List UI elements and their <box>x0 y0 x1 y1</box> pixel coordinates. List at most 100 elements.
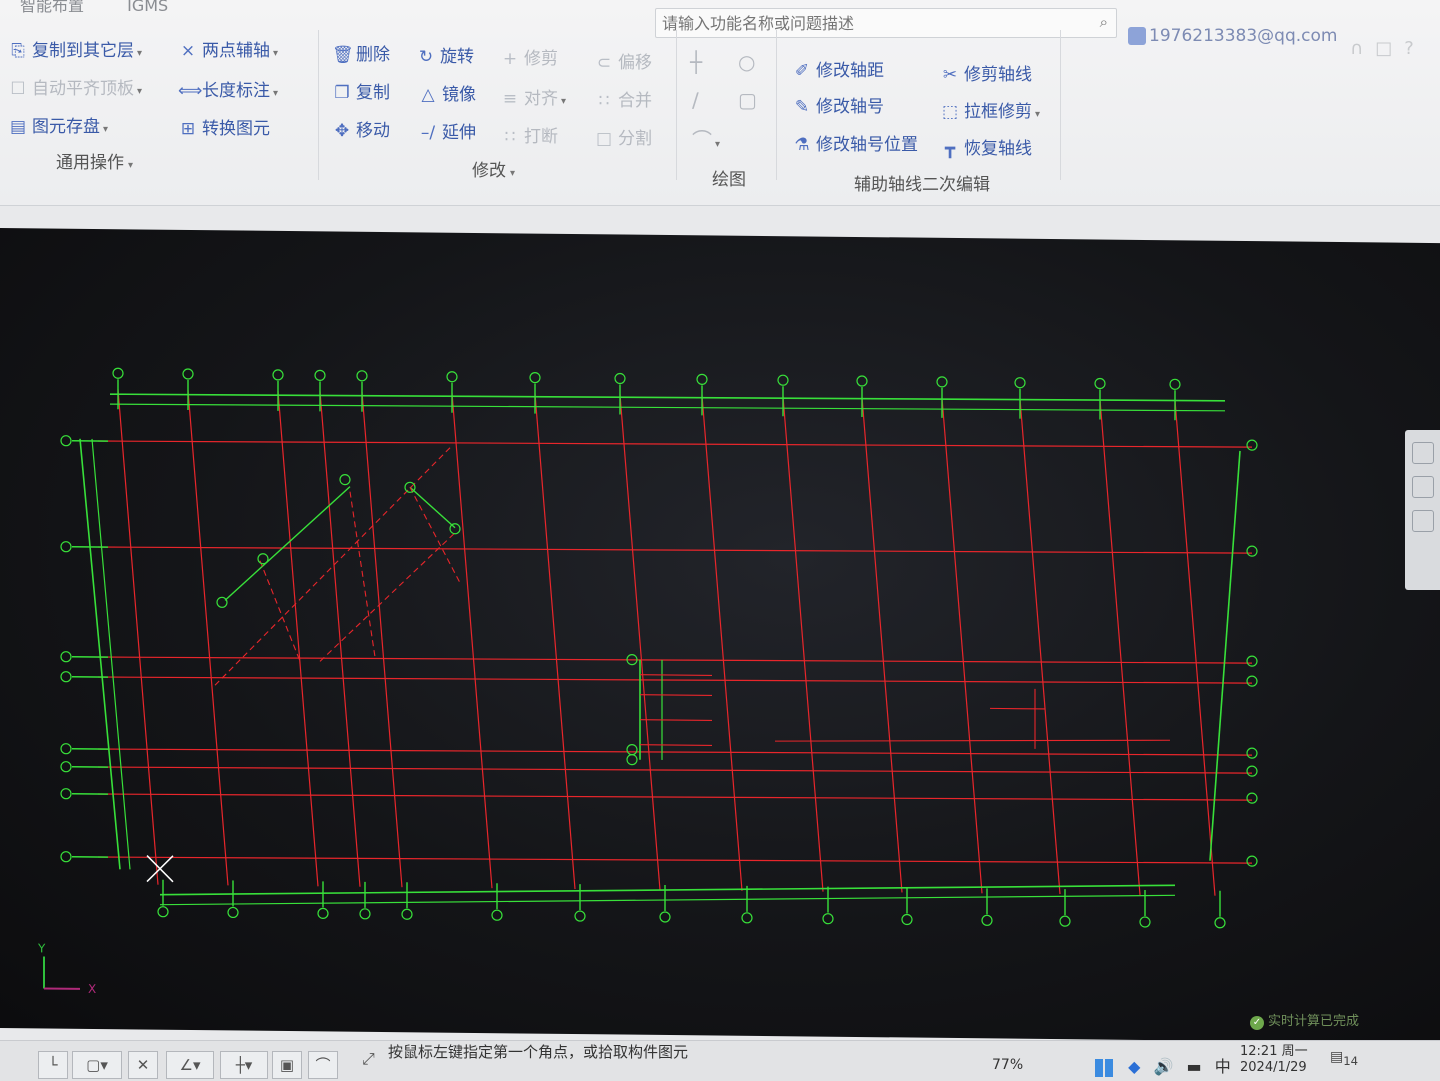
break-icon: ∷ <box>500 127 520 147</box>
draw-rect-button[interactable]: ▢ <box>738 88 757 112</box>
select-mode-button[interactable]: ▢▾ <box>72 1051 122 1079</box>
axis-bubble <box>1247 546 1257 556</box>
horizontal-axis-line <box>98 435 1252 453</box>
help-icon[interactable]: ? <box>1404 38 1426 59</box>
axis-bubble <box>450 524 460 534</box>
draw-line-button[interactable]: ∕ <box>692 88 699 112</box>
axis-bubble <box>1170 379 1180 389</box>
draw-circle-button[interactable]: ○ <box>738 50 755 74</box>
draw-point-button[interactable]: ┼ <box>690 50 702 74</box>
display-button[interactable]: ▣ <box>272 1051 302 1079</box>
auto-level-slab-button[interactable]: ☐自动平齐顶板▾ <box>8 74 142 99</box>
group-label-general[interactable]: 通用操作▾ <box>56 148 133 173</box>
draw-arc-button[interactable]: ⌒▾ <box>692 124 720 153</box>
axis-bubble <box>61 542 71 552</box>
axis-bubble <box>1247 676 1257 686</box>
volume-icon[interactable]: 🔊 <box>1154 1057 1174 1076</box>
axis-bubble <box>1247 748 1257 758</box>
avatar <box>1128 27 1146 45</box>
chevron-down-icon: ▾ <box>715 139 720 150</box>
status-bar: └ ▢▾ ✕ ∠▾ ┼▾ ▣ ⌒ ⤢ 按鼠标左键指定第一个角点，或拾取构件图元 … <box>0 1040 1440 1081</box>
battery-icon[interactable]: ▬ <box>1187 1057 1202 1076</box>
chat-icon[interactable]: □ <box>1375 38 1404 59</box>
trim-button[interactable]: +修剪 <box>500 44 558 69</box>
top-tabs: 智能布置 IGMS <box>20 0 206 16</box>
command-prompt: 按鼠标左键指定第一个角点，或拾取构件图元 <box>388 1041 688 1062</box>
modify-axis-spacing-button[interactable]: ✐修改轴距 <box>792 56 884 81</box>
divider <box>676 30 677 180</box>
layer-icon[interactable] <box>1412 442 1434 464</box>
restore-axis-button[interactable]: ┳恢复轴线 <box>940 134 1032 159</box>
copy-button[interactable]: ❐复制 <box>332 78 390 103</box>
notification-button[interactable]: ▤14 <box>1330 1049 1358 1068</box>
angle-icon: ∠▾ <box>180 1056 201 1074</box>
snap-button[interactable]: ✕ <box>128 1051 158 1079</box>
axis-grid-drawing: YX <box>0 228 1440 1043</box>
chevron-down-icon: ▾ <box>137 48 142 59</box>
rotate-button[interactable]: ↻旋转 <box>416 42 474 67</box>
length-dimension-button[interactable]: ⟺长度标注▾ <box>178 76 278 101</box>
search-icon[interactable]: ⌕ <box>1100 13 1108 31</box>
convert-element-button[interactable]: ⊞转换图元 <box>178 114 270 139</box>
tab-igms[interactable]: IGMS <box>127 0 168 15</box>
ribbon: 智能布置 IGMS ⌕ 1976213383@qq.com ∩□? ⎘复制到其它… <box>0 0 1440 206</box>
box-trim-button[interactable]: ⬚拉框修剪▾ <box>940 97 1040 122</box>
user-account[interactable]: 1976213383@qq.com <box>1128 26 1337 46</box>
offset-button[interactable]: ⊂偏移 <box>594 48 652 73</box>
angle-button[interactable]: ∠▾ <box>166 1051 214 1079</box>
axis-bubble <box>575 911 585 921</box>
axis-bubble <box>660 912 670 922</box>
arc-mode-button[interactable]: ⌒ <box>308 1051 338 1079</box>
rectangle-icon: ▢ <box>738 88 757 112</box>
break-button[interactable]: ∷打断 <box>500 122 558 147</box>
modify-axis-number-position-button[interactable]: ⚗修改轴号位置 <box>792 130 918 155</box>
copy-floor-icon: ⎘ <box>8 41 28 61</box>
horizontal-axis-line <box>98 743 1252 761</box>
axis-bubble <box>937 377 947 387</box>
check-icon: ✓ <box>1250 1016 1264 1030</box>
tab-smart-layout[interactable]: 智能布置 <box>20 0 84 15</box>
group-label-modify[interactable]: 修改▾ <box>472 156 515 181</box>
modify-axis-number-button[interactable]: ✎修改轴号 <box>792 92 884 117</box>
ime-indicator[interactable]: 中 <box>1215 1057 1231 1076</box>
axis-bubble <box>447 372 457 382</box>
local-grid-line <box>640 720 712 721</box>
mirror-button[interactable]: △镜像 <box>418 80 476 105</box>
chevron-down-icon: ▾ <box>103 124 108 135</box>
axis-bubble <box>273 370 283 380</box>
view-icon[interactable] <box>1412 476 1434 498</box>
vertical-axis-line <box>362 392 402 887</box>
two-point-axis-button[interactable]: ⨯两点辅轴▾ <box>178 36 278 61</box>
extend-button[interactable]: –/延伸 <box>418 118 476 143</box>
axis-bubble <box>627 745 637 755</box>
windows-icon[interactable] <box>1095 1059 1113 1077</box>
axis-bubble <box>902 914 912 924</box>
vertical-axis-line <box>862 397 902 892</box>
delete-button[interactable]: 🗑删除 <box>332 40 390 65</box>
move-button[interactable]: ✥移动 <box>332 116 390 141</box>
copy-to-other-floor-button[interactable]: ⎘复制到其它层▾ <box>8 36 142 61</box>
zoom-level[interactable]: 77% <box>992 1057 1023 1073</box>
system-clock[interactable]: 12:21 周一 2024/1/29 <box>1240 1044 1308 1076</box>
element-storage-button[interactable]: ▤图元存盘▾ <box>8 112 108 137</box>
search-input[interactable] <box>656 9 1084 37</box>
note-icon[interactable] <box>1412 510 1434 532</box>
offset-input-button[interactable]: ┼▾ <box>220 1051 268 1079</box>
app-icon[interactable]: ◆ <box>1128 1057 1140 1076</box>
local-grid-line <box>640 745 712 746</box>
merge-button[interactable]: ∷合并 <box>594 86 652 111</box>
vertical-axis-line <box>535 394 575 889</box>
align-button[interactable]: ≡对齐▾ <box>500 84 566 109</box>
copy-icon: ❐ <box>332 83 352 103</box>
horizontal-axis-line <box>98 788 1252 806</box>
axis-bubble <box>530 373 540 383</box>
diagonal-dashed-axis <box>260 561 300 661</box>
notification-icon: ▤ <box>1330 1049 1343 1065</box>
extend-icon: –/ <box>418 123 438 143</box>
split-button[interactable]: □分割 <box>594 124 652 149</box>
drawing-canvas[interactable]: YX <box>0 228 1440 1043</box>
headset-icon[interactable]: ∩ <box>1350 38 1375 59</box>
ortho-button[interactable]: └ <box>38 1051 68 1079</box>
trim-axis-button[interactable]: ✂修剪轴线 <box>940 60 1032 85</box>
divider <box>318 30 319 180</box>
